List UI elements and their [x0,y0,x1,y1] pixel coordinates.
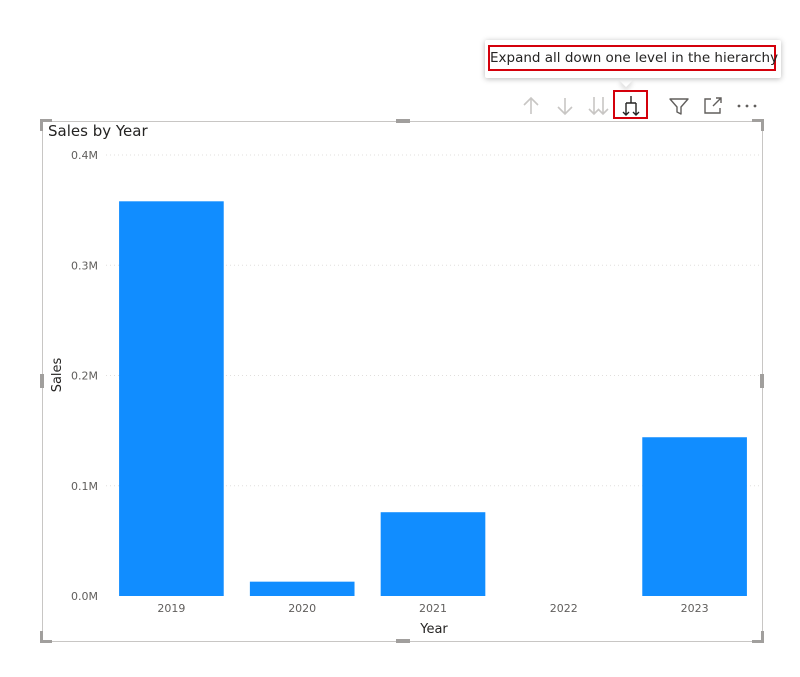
x-tick-label: 2023 [681,602,709,615]
y-tick-label: 0.1M [71,480,98,493]
y-tick-label: 0.0M [71,590,98,603]
x-tick-label: 2019 [157,602,185,615]
y-tick-label: 0.3M [71,259,98,272]
x-tick-label: 2022 [550,602,578,615]
bar-2023[interactable] [642,437,747,596]
x-tick-label: 2020 [288,602,316,615]
x-tick-label: 2021 [419,602,447,615]
y-axis-label: Sales [50,357,65,392]
bar-2020[interactable] [249,581,355,596]
bar-2019[interactable] [119,201,224,596]
x-axis-label: Year [419,622,448,637]
y-tick-label: 0.2M [71,370,98,383]
bar-chart: 0.0M 0.1M 0.2M 0.3M 0.4M 2019 2020 2021 2022 202… [50,149,760,637]
y-tick-label: 0.4M [71,149,98,162]
bar-2021[interactable] [380,512,486,596]
